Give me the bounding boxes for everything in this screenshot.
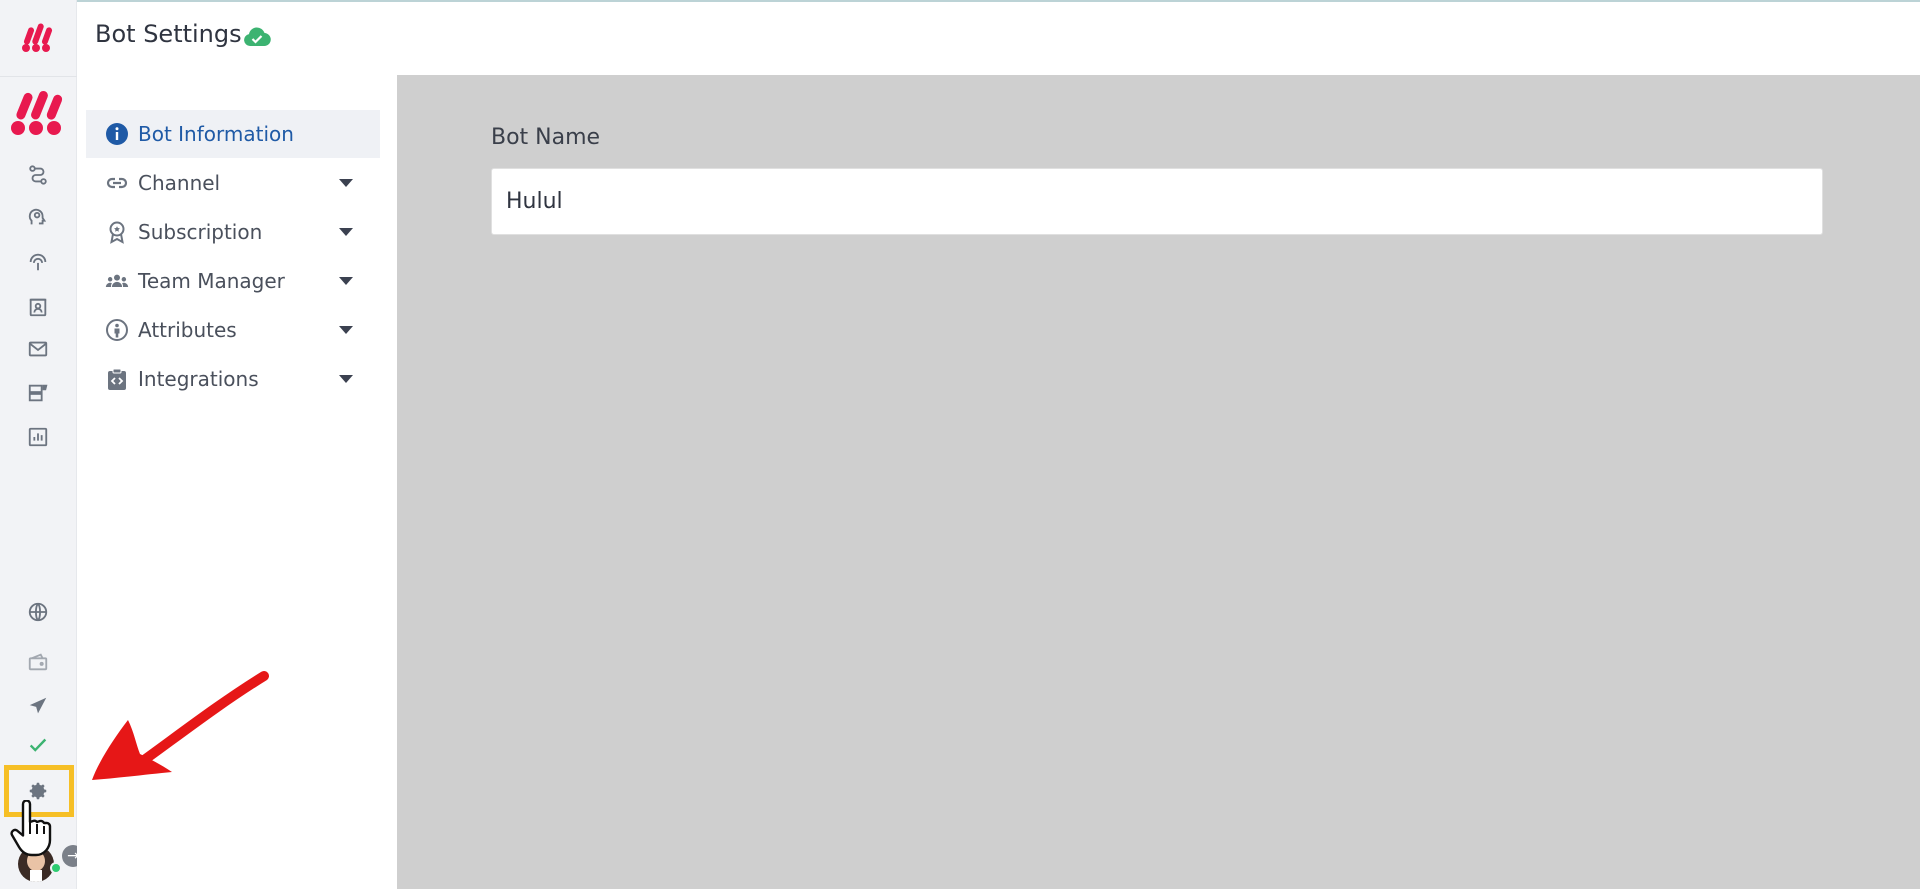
nav-item-channel[interactable]: Channel <box>86 159 380 207</box>
icon-rail: → <box>0 0 84 889</box>
bot-name-label: Bot Name <box>491 125 601 150</box>
nav-item-label: Team Manager <box>138 269 285 293</box>
nav-item-label: Integrations <box>138 367 259 391</box>
nav-item-label: Subscription <box>138 220 263 244</box>
nav-item-bot-information[interactable]: Bot Information <box>86 110 380 158</box>
mail-icon[interactable] <box>24 335 52 363</box>
page-header: Bot Settings <box>77 2 1920 75</box>
brand-logo[interactable] <box>8 88 68 138</box>
chevron-down-icon[interactable] <box>339 228 353 236</box>
online-status-dot <box>50 862 62 874</box>
check-icon[interactable] <box>24 731 52 759</box>
chevron-down-icon[interactable] <box>339 179 353 187</box>
chevron-down-icon[interactable] <box>339 277 353 285</box>
page-title: Bot Settings <box>95 20 242 48</box>
info-icon <box>104 121 130 147</box>
bot-information-panel: Bot Name <box>397 75 1920 889</box>
link-icon <box>104 170 130 196</box>
flow-icon[interactable] <box>24 161 52 189</box>
settings-sidebar: Bot Information Channel Subscription Tea… <box>77 75 397 889</box>
cloud-check-icon <box>243 26 271 48</box>
code-clipboard-icon <box>104 366 130 392</box>
nav-item-integrations[interactable]: Integrations <box>86 355 380 403</box>
award-icon <box>104 219 130 245</box>
brain-gear-icon[interactable] <box>24 203 52 231</box>
bot-name-input[interactable] <box>491 168 1823 235</box>
person-icon <box>104 317 130 343</box>
send-icon[interactable] <box>24 692 52 720</box>
analytics-icon[interactable] <box>24 423 52 451</box>
chevron-down-icon[interactable] <box>339 326 353 334</box>
team-icon <box>104 268 130 294</box>
avatar-shirt <box>30 870 42 882</box>
templates-icon[interactable] <box>24 379 52 407</box>
contacts-icon[interactable] <box>24 293 52 321</box>
avatar-face <box>27 851 45 871</box>
nav-item-label: Channel <box>138 171 221 195</box>
avatar[interactable] <box>18 846 54 882</box>
broadcast-icon[interactable] <box>24 248 52 276</box>
rail-divider <box>0 76 77 77</box>
gear-icon[interactable] <box>24 777 52 805</box>
nav-item-label: Bot Information <box>138 122 294 146</box>
chevron-down-icon[interactable] <box>339 375 353 383</box>
nav-item-team-manager[interactable]: Team Manager <box>86 257 380 305</box>
nav-item-subscription[interactable]: Subscription <box>86 208 380 256</box>
globe-icon[interactable] <box>24 598 52 626</box>
wallet-icon[interactable] <box>24 648 52 676</box>
nav-item-attributes[interactable]: Attributes <box>86 306 380 354</box>
brand-logo-small[interactable] <box>18 17 58 57</box>
nav-item-label: Attributes <box>138 318 237 342</box>
